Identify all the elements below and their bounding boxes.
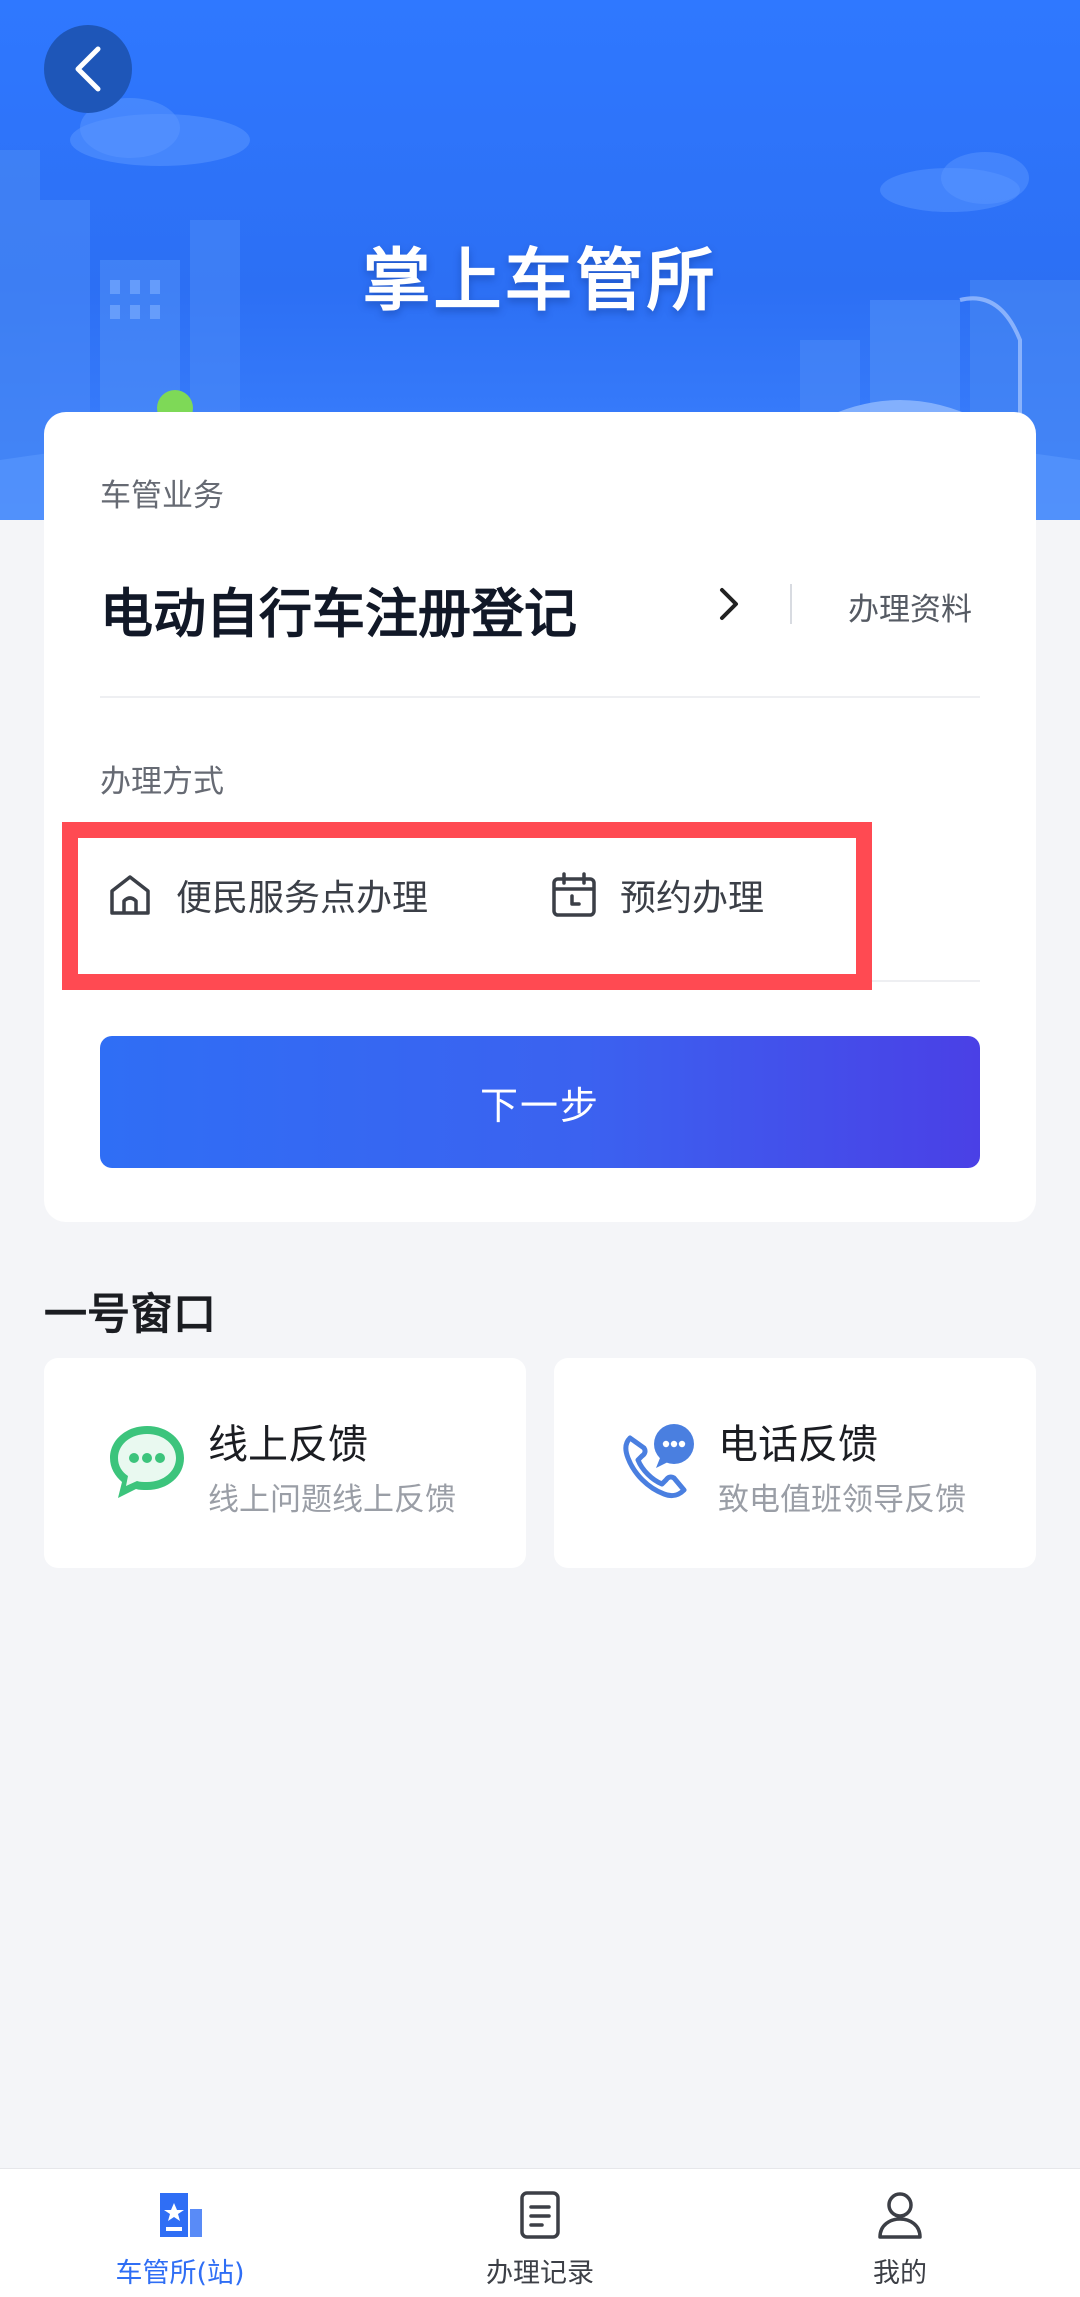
method-option-service-point[interactable]: 便民服务点办理 (104, 860, 428, 930)
divider (100, 696, 980, 698)
nav-item-station[interactable]: 车管所(站) (0, 2169, 360, 2297)
record-icon (520, 2191, 560, 2239)
business-card: 车管业务 电动自行车注册登记 办理资料 办理方式 便民服务点办理 预约办理 下一… (44, 412, 1036, 1222)
method-option-appointment[interactable]: 预约办理 (548, 860, 764, 930)
bottom-nav: 车管所(站) 办理记录 我的 (0, 2168, 1080, 2297)
nav-item-mine[interactable]: 我的 (720, 2169, 1080, 2297)
calendar-clock-icon (552, 872, 596, 917)
divider (100, 980, 980, 982)
section-title: 一号窗口 (44, 1290, 216, 1340)
feedback-title: 电话反馈 (718, 1422, 878, 1468)
nav-item-label: 我的 (873, 2258, 927, 2289)
method-option-label: 便民服务点办理 (176, 878, 429, 919)
chevron-left-icon (75, 46, 101, 92)
feedback-title: 线上反馈 (208, 1422, 368, 1468)
service-name[interactable]: 电动自行车注册登记 (100, 572, 577, 648)
next-step-button[interactable]: 下一步 (100, 1036, 980, 1168)
divider (790, 584, 792, 624)
nav-item-label: 办理记录 (486, 2258, 594, 2289)
chat-bubble-icon (110, 1426, 184, 1498)
station-icon (160, 2193, 202, 2237)
chevron-right-icon[interactable] (710, 580, 750, 628)
business-label: 车管业务 (100, 478, 224, 514)
back-button[interactable] (44, 25, 132, 113)
online-feedback-card[interactable]: 线上反馈 线上问题线上反馈 (44, 1358, 526, 1568)
nav-item-label: 车管所(站) (115, 2258, 245, 2289)
method-option-label: 预约办理 (620, 878, 765, 919)
nav-item-records[interactable]: 办理记录 (360, 2169, 720, 2297)
page-title: 掌上车管所 (362, 242, 718, 321)
method-label: 办理方式 (100, 764, 224, 800)
user-icon (878, 2192, 922, 2239)
phone-feedback-card[interactable]: 电话反馈 致电值班领导反馈 (554, 1358, 1036, 1568)
home-icon (110, 875, 150, 915)
materials-link[interactable]: 办理资料 (848, 584, 972, 629)
feedback-subtitle: 致电值班领导反馈 (718, 1482, 966, 1518)
feedback-subtitle: 线上问题线上反馈 (208, 1482, 456, 1518)
phone-chat-icon (623, 1424, 694, 1499)
